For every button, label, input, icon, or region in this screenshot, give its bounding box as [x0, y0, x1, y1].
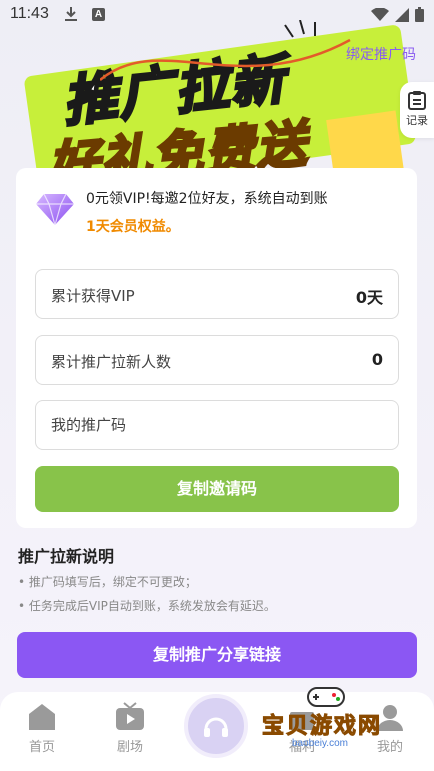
- stat-label: 累计推广拉新人数: [51, 353, 172, 371]
- tv-icon: [116, 702, 144, 730]
- record-label: 记录: [406, 114, 428, 127]
- nav-label: 剧场: [116, 740, 143, 755]
- nav-item-home[interactable]: 首页: [12, 702, 72, 755]
- stat-label: 累计获得VIP: [51, 287, 135, 305]
- nav-label: 首页: [28, 740, 55, 755]
- home-icon: [29, 704, 55, 730]
- promo-reward: 1天会员权益。: [86, 219, 180, 235]
- stat-vip-earned: 累计获得VIP 0天: [35, 269, 399, 319]
- stat-invite-count: 累计推广拉新人数 0: [35, 335, 399, 385]
- watermark-logo-text: 宝贝游戏网: [261, 714, 383, 740]
- stat-value: 0: [371, 350, 383, 369]
- watermark-url: baobeiy.com: [292, 738, 348, 749]
- rule-item: • 推广码填写后，绑定不可更改；: [18, 575, 197, 589]
- nav-label: 我的: [376, 740, 403, 755]
- copy-invite-code-button[interactable]: 复制邀请码: [35, 466, 399, 512]
- promo-code-input[interactable]: [35, 400, 399, 450]
- copy-share-link-button[interactable]: 复制推广分享链接: [17, 632, 417, 678]
- hero-swoosh-decoration: [100, 20, 351, 81]
- record-tab[interactable]: 记录: [400, 82, 434, 138]
- rules-title: 推广拉新说明: [18, 547, 115, 566]
- bind-promo-code-link[interactable]: 绑定推广码: [346, 44, 416, 64]
- rule-item: • 任务完成后VIP自动到账，系统发放会有延迟。: [18, 599, 276, 613]
- promo-card: 0元领VIP!每邀2位好友，系统自动到账 1天会员权益。 累计获得VIP 0天 …: [16, 168, 417, 528]
- nav-item-theater[interactable]: 剧场: [100, 702, 160, 755]
- center-icon: [204, 717, 228, 737]
- clipboard-icon: [408, 91, 426, 110]
- nav-item-center[interactable]: [184, 694, 248, 758]
- stat-value: 0天: [355, 288, 383, 307]
- gamepad-icon: [307, 687, 345, 707]
- vip-diamond-icon: [36, 193, 74, 226]
- promo-description: 0元领VIP!每邀2位好友，系统自动到账: [86, 191, 328, 207]
